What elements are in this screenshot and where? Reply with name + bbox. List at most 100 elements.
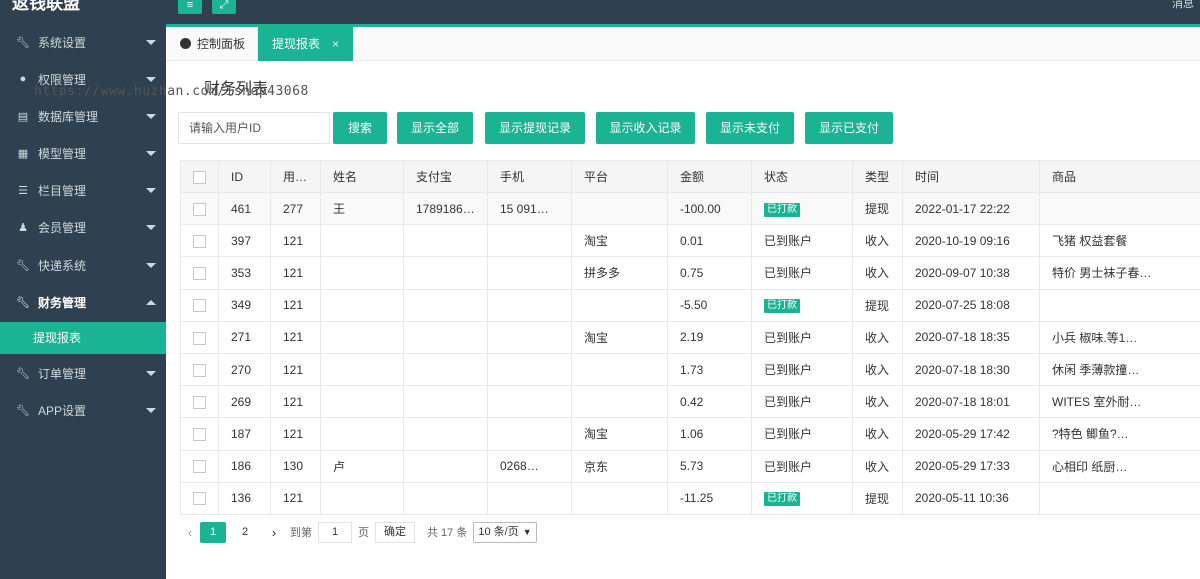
column-header: 商品 [1039, 160, 1200, 193]
status-badge: 已打款 [764, 492, 800, 507]
sidebar-item-express[interactable]: 🔧︎ 快递系统 [0, 247, 166, 283]
chevron-down-icon [146, 224, 156, 230]
chevron-down-icon [146, 113, 156, 119]
table-cell: ?特色 鲫鱼?… [1039, 417, 1200, 451]
close-icon[interactable]: × [332, 27, 339, 61]
table-cell [487, 417, 572, 451]
row-checkbox-cell[interactable] [180, 385, 219, 419]
row-checkbox[interactable] [193, 202, 206, 216]
table-cell: 飞猪 权益套餐 [1039, 224, 1200, 258]
show-income-button[interactable]: 显示收入记录 [596, 112, 695, 144]
table-cell: 187 [218, 417, 271, 451]
table-cell [403, 481, 488, 515]
table-cell: 1789186… [403, 191, 488, 226]
wrench-icon: 🔧︎ [16, 404, 30, 417]
table-cell: 淘宝 [571, 224, 668, 258]
row-checkbox[interactable] [193, 492, 206, 506]
wrench-icon: 🔧︎ [16, 259, 30, 272]
sidebar-item-database[interactable]: ▤ 数据库管理 [0, 98, 166, 134]
sidebar-item-app-settings[interactable]: 🔧︎ APP设置 [0, 392, 166, 428]
row-checkbox-cell[interactable] [180, 288, 219, 322]
table-cell: 0.01 [667, 224, 752, 258]
table-cell: 0268… [487, 449, 572, 483]
table-cell: 2.19 [667, 320, 752, 354]
goto-page-input[interactable] [318, 521, 352, 543]
row-checkbox[interactable] [193, 267, 206, 281]
select-all-checkbox-cell[interactable] [180, 160, 219, 193]
row-checkbox-cell[interactable] [180, 191, 219, 226]
search-input[interactable] [178, 112, 330, 144]
total-count: 共 17 条 [427, 527, 468, 539]
fullscreen-button[interactable]: ⤢ [212, 0, 236, 14]
show-withdraw-button[interactable]: 显示提现记录 [485, 112, 585, 144]
grid-icon: ▦ [17, 147, 29, 160]
row-checkbox-cell[interactable] [180, 352, 219, 387]
show-paid-button[interactable]: 显示已支付 [805, 112, 893, 144]
row-checkbox-cell[interactable] [180, 481, 219, 515]
row-checkbox[interactable] [193, 299, 206, 313]
table-cell [571, 385, 668, 419]
status-badge: 已打款 [764, 202, 800, 217]
table-cell: 已到账户 [751, 352, 853, 387]
tab-bar: 控制面板 提现报表 × [166, 24, 1200, 61]
show-all-button[interactable]: 显示全部 [397, 112, 473, 144]
sidebar-item-label: 快递系统 [38, 258, 87, 273]
sidebar-item-members[interactable]: ♟ 会员管理 [0, 209, 166, 245]
sidebar-item-columns[interactable]: ☰ 栏目管理 [0, 172, 166, 208]
table-cell: -5.50 [667, 288, 752, 322]
row-checkbox[interactable] [193, 460, 206, 474]
prev-page-button[interactable]: ‹ [180, 525, 200, 540]
sidebar-item-models[interactable]: ▦ 模型管理 [0, 135, 166, 171]
wrench-icon: 🔧︎ [16, 296, 30, 309]
table-header-row: ID 用… 姓名 支付宝 手机 平台 金额 状态 类型 时间 商品 [180, 160, 1200, 193]
show-unpaid-button[interactable]: 显示未支付 [706, 112, 794, 144]
chevron-down-icon [146, 407, 156, 413]
table-cell: WITES 室外耐… [1039, 385, 1200, 419]
row-checkbox-cell[interactable] [180, 224, 219, 258]
row-checkbox-cell[interactable] [180, 256, 219, 290]
tab-label: 提现报表 [272, 37, 321, 51]
table-cell: 397 [218, 224, 271, 258]
table-cell [571, 352, 668, 387]
table-cell: 淘宝 [571, 320, 668, 354]
row-checkbox[interactable] [193, 331, 206, 345]
table-cell: 121 [270, 385, 321, 419]
page-1-button[interactable]: 1 [200, 521, 226, 543]
tab-dashboard[interactable]: 控制面板 [166, 27, 258, 61]
table-cell: 休闲 季薄款撞… [1039, 352, 1200, 387]
tab-withdraw-report[interactable]: 提现报表 × [258, 27, 353, 61]
per-page-select[interactable]: 10 条/页 ▼ [473, 521, 537, 543]
column-header: 姓名 [320, 160, 404, 193]
sidebar-item-orders[interactable]: 🔧︎ 订单管理 [0, 355, 166, 391]
table-row: 269 121 0.42 已到账户 收入 2020-07-18 18:01 WITES 室外… [180, 385, 1200, 419]
select-all-checkbox[interactable] [193, 170, 206, 184]
menu-toggle-button[interactable]: ≡ [178, 0, 202, 14]
row-checkbox-cell[interactable] [180, 320, 219, 354]
goto-confirm-button[interactable]: 确定 [375, 521, 415, 543]
sidebar-item-system-settings[interactable]: 🔧︎ 系统设置 [0, 24, 166, 60]
table-cell: 已到账户 [751, 224, 853, 258]
next-page-button[interactable]: › [264, 525, 284, 540]
row-checkbox-cell[interactable] [180, 417, 219, 451]
table-cell: 收入 [852, 449, 903, 483]
row-checkbox[interactable] [193, 363, 206, 377]
row-checkbox[interactable] [193, 428, 206, 442]
row-checkbox[interactable] [193, 234, 206, 248]
search-button[interactable]: 搜索 [333, 112, 387, 144]
brand-logo: 返钱联盟 [12, 0, 80, 13]
table-cell: 121 [270, 224, 321, 258]
sidebar-item-finance[interactable]: 🔧︎ 财务管理 [0, 284, 166, 320]
table-cell [487, 288, 572, 322]
main-content: 财务列表 https://www.huzhan.com/ishop43068 搜… [34, 61, 1200, 579]
sidebar-subitem-withdraw-report[interactable]: 提现报表 [0, 322, 166, 354]
table-row: 397 121 淘宝 0.01 已到账户 收入 2020-10-19 09:16 飞猪 权益套… [180, 224, 1200, 258]
table-cell: 121 [270, 417, 321, 451]
table-cell: 5.73 [667, 449, 752, 483]
table-cell [320, 256, 404, 290]
table-cell [487, 320, 572, 354]
row-checkbox[interactable] [193, 395, 206, 409]
goto-label: 到第 [290, 527, 312, 539]
page-2-button[interactable]: 2 [232, 522, 258, 543]
user-menu-snippet[interactable]: 消息 [1172, 0, 1194, 10]
row-checkbox-cell[interactable] [180, 449, 219, 483]
